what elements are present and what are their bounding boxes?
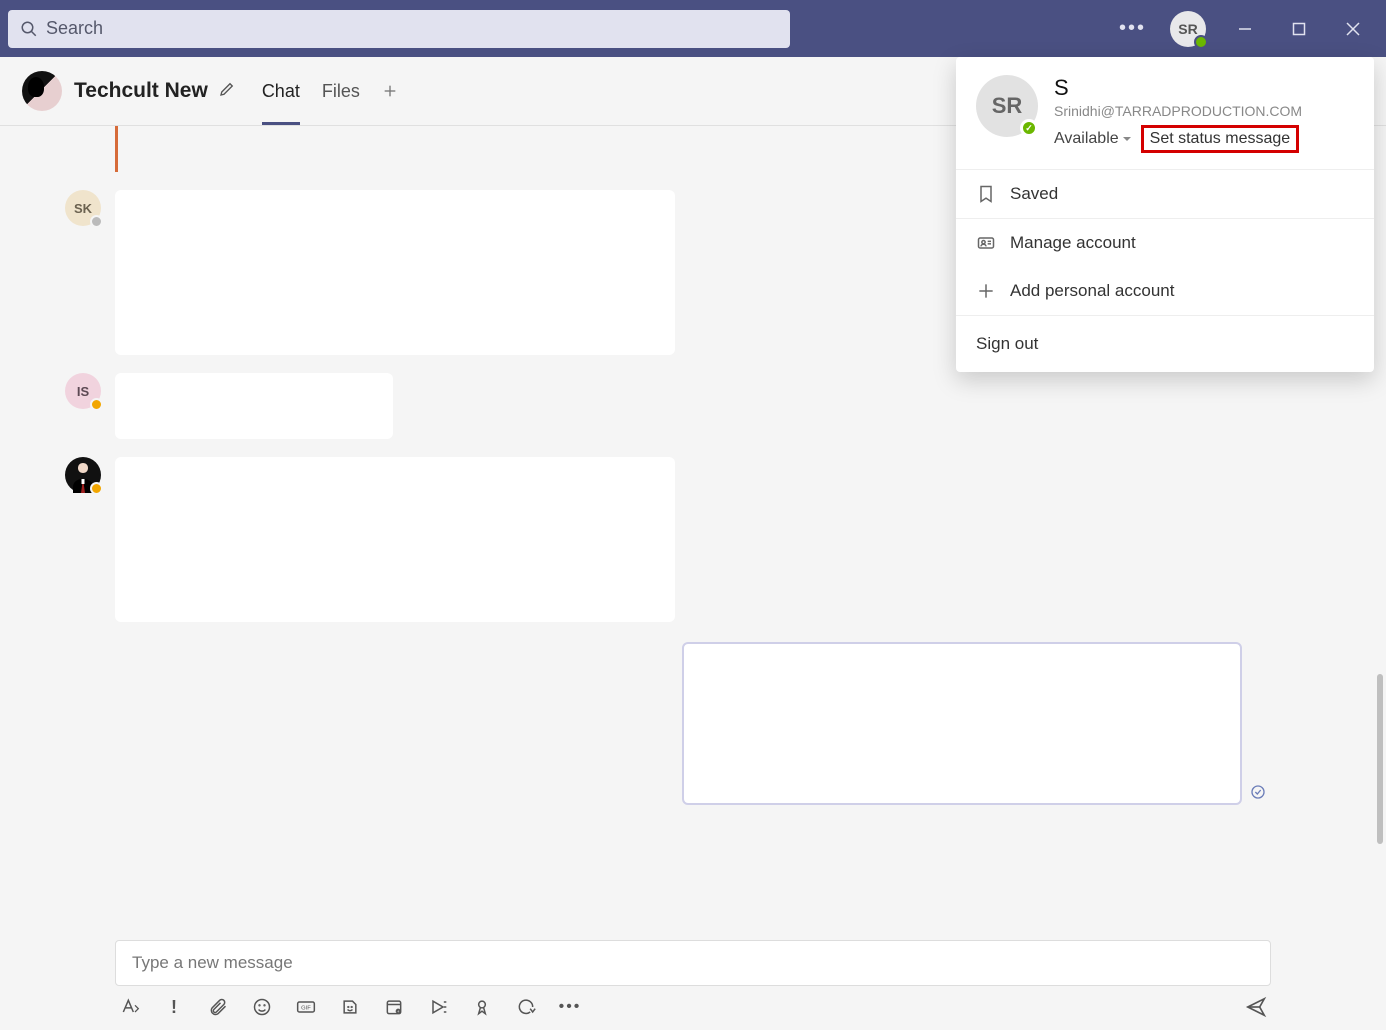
sender-avatar-sk: SK bbox=[65, 190, 101, 226]
menu-item-saved[interactable]: Saved bbox=[956, 170, 1374, 218]
menu-item-manage-account[interactable]: Manage account bbox=[956, 219, 1374, 267]
presence-away-icon bbox=[90, 482, 103, 495]
conversation-title: Techcult New bbox=[74, 79, 208, 103]
plus-icon bbox=[976, 281, 996, 301]
message-bubble[interactable] bbox=[115, 190, 675, 355]
presence-offline-icon bbox=[90, 215, 103, 228]
sender-avatar-suit bbox=[65, 457, 101, 493]
close-button[interactable] bbox=[1338, 14, 1368, 44]
conversation-avatar bbox=[22, 71, 62, 111]
stream-icon[interactable] bbox=[427, 996, 449, 1018]
search-input[interactable]: Search bbox=[8, 10, 790, 48]
svg-text:GIF: GIF bbox=[301, 1006, 311, 1012]
sent-message-row bbox=[20, 642, 1266, 805]
search-icon bbox=[20, 20, 38, 38]
titlebar-controls: ••• SR bbox=[1119, 11, 1378, 47]
presence-available-icon bbox=[1194, 35, 1208, 49]
format-icon[interactable] bbox=[119, 996, 141, 1018]
send-button[interactable] bbox=[1245, 996, 1267, 1018]
compose-area: Type a new message ! GIF + ••• bbox=[0, 940, 1386, 1030]
profile-avatar: SR bbox=[976, 75, 1038, 137]
more-compose-icon[interactable]: ••• bbox=[559, 996, 581, 1018]
profile-menu: SR S Srinidhi@TARRADPRODUCTION.COM Avail… bbox=[956, 57, 1374, 372]
titlebar: Search ••• SR bbox=[0, 0, 1386, 57]
maximize-button[interactable] bbox=[1284, 14, 1314, 44]
profile-name: S bbox=[1054, 75, 1354, 101]
search-placeholder: Search bbox=[46, 18, 103, 39]
tab-chat[interactable]: Chat bbox=[262, 57, 300, 125]
message-input[interactable]: Type a new message bbox=[115, 940, 1271, 986]
tab-files[interactable]: Files bbox=[322, 57, 360, 125]
menu-item-add-personal-account[interactable]: Add personal account bbox=[956, 267, 1374, 315]
menu-item-sign-out[interactable]: Sign out bbox=[956, 316, 1374, 372]
message-bubble[interactable] bbox=[115, 373, 393, 439]
tabs: Chat Files bbox=[262, 57, 398, 125]
bookmark-icon bbox=[976, 184, 996, 204]
user-avatar-initials: SR bbox=[1178, 21, 1197, 37]
id-card-icon bbox=[976, 233, 996, 253]
profile-email: Srinidhi@TARRADPRODUCTION.COM bbox=[1054, 103, 1354, 119]
read-receipt-icon bbox=[1250, 784, 1266, 805]
scrollbar[interactable] bbox=[1377, 674, 1383, 844]
profile-info: S Srinidhi@TARRADPRODUCTION.COM Availabl… bbox=[1054, 75, 1354, 153]
more-icon[interactable]: ••• bbox=[1119, 17, 1146, 40]
sender-avatar-is: IS bbox=[65, 373, 101, 409]
attach-icon[interactable] bbox=[207, 996, 229, 1018]
message-row: IS bbox=[20, 373, 1366, 439]
minimize-button[interactable] bbox=[1230, 14, 1260, 44]
presence-away-icon bbox=[90, 398, 103, 411]
priority-icon[interactable]: ! bbox=[163, 996, 185, 1018]
sent-message-bubble[interactable] bbox=[682, 642, 1242, 805]
edit-icon[interactable] bbox=[218, 80, 236, 103]
sticker-icon[interactable] bbox=[339, 996, 361, 1018]
gif-icon[interactable]: GIF bbox=[295, 996, 317, 1018]
message-bubble[interactable] bbox=[115, 457, 675, 622]
schedule-icon[interactable]: + bbox=[383, 996, 405, 1018]
set-status-message-button[interactable]: Set status message bbox=[1141, 125, 1300, 153]
add-tab-button[interactable] bbox=[382, 57, 398, 125]
loop-icon[interactable] bbox=[515, 996, 537, 1018]
availability-dropdown[interactable]: Available bbox=[1054, 130, 1131, 148]
praise-icon[interactable] bbox=[471, 996, 493, 1018]
message-row bbox=[20, 457, 1366, 622]
user-avatar[interactable]: SR bbox=[1170, 11, 1206, 47]
compose-toolbar: ! GIF + ••• bbox=[115, 996, 1271, 1018]
message-input-placeholder: Type a new message bbox=[132, 953, 293, 973]
presence-available-icon bbox=[1020, 119, 1038, 137]
emoji-icon[interactable] bbox=[251, 996, 273, 1018]
profile-header: SR S Srinidhi@TARRADPRODUCTION.COM Avail… bbox=[956, 57, 1374, 169]
